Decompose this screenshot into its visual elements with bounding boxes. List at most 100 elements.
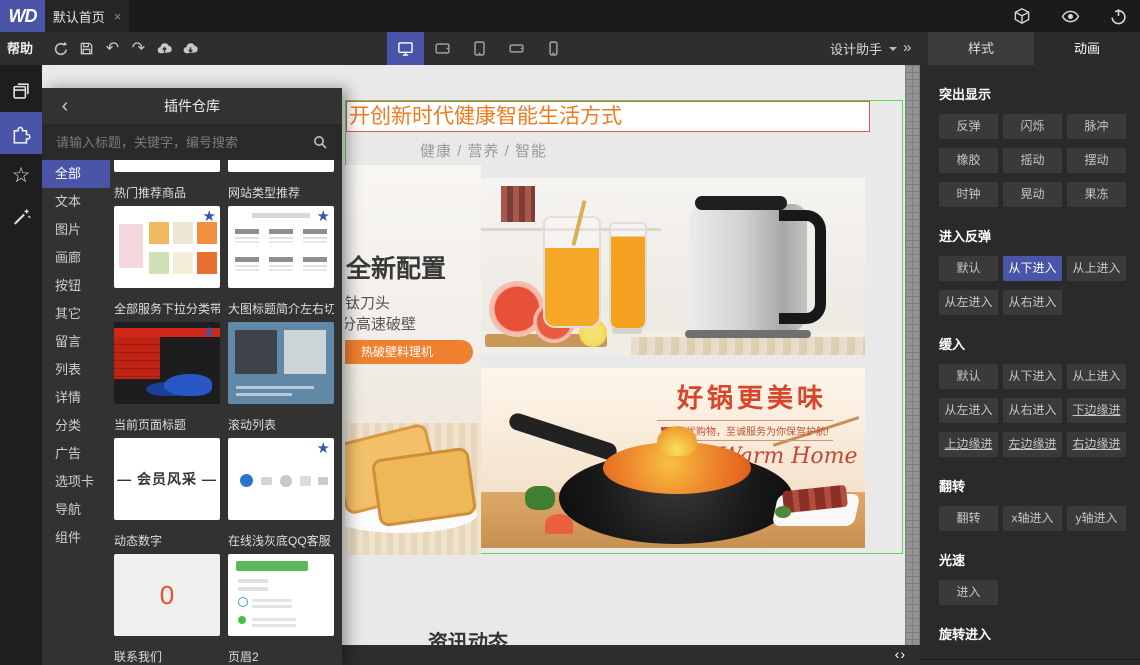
news-section-title[interactable]: 资讯动态 bbox=[428, 626, 508, 645]
code-view-icon[interactable]: ‹› bbox=[895, 645, 906, 665]
star-badge-icon[interactable]: ★ bbox=[317, 439, 330, 457]
star-badge-icon[interactable]: ★ bbox=[317, 207, 330, 225]
search-icon[interactable] bbox=[310, 132, 330, 152]
category-item[interactable]: 画廊 bbox=[42, 244, 110, 272]
plugin-search-input[interactable] bbox=[54, 133, 310, 151]
star-badge-icon[interactable]: ★ bbox=[203, 207, 216, 225]
page-subheading[interactable]: 健康 / 营养 / 智能 bbox=[420, 140, 547, 161]
category-item[interactable]: 图片 bbox=[42, 216, 110, 244]
plugin-card-thumb[interactable]: 0 bbox=[114, 554, 220, 636]
category-item[interactable]: 按钮 bbox=[42, 272, 110, 300]
animation-button[interactable]: 翻转 bbox=[939, 506, 998, 531]
sidebar-item-wizard[interactable] bbox=[0, 196, 42, 238]
plugin-card-thumb[interactable]: ★ bbox=[114, 206, 220, 288]
animation-button-grid: 进入 bbox=[939, 580, 1127, 605]
category-item[interactable]: 列表 bbox=[42, 356, 110, 384]
animation-button[interactable]: x轴进入 bbox=[1003, 506, 1062, 531]
star-badge-icon[interactable]: ★ bbox=[203, 323, 216, 341]
design-assistant-dropdown[interactable]: 设计助手 bbox=[830, 32, 898, 65]
plugin-card-partial[interactable] bbox=[114, 160, 220, 172]
animation-button[interactable]: 脉冲 bbox=[1067, 114, 1126, 139]
back-chevron-icon[interactable]: ‹ bbox=[42, 89, 88, 123]
animation-button[interactable]: 默认 bbox=[939, 364, 998, 389]
page-tab-home[interactable]: 默认首页 × bbox=[45, 0, 129, 32]
sidebar-item-pages[interactable] bbox=[0, 70, 42, 112]
save-icon[interactable] bbox=[78, 40, 95, 57]
category-item[interactable]: 广告 bbox=[42, 440, 110, 468]
animation-button[interactable]: 反弹 bbox=[939, 114, 998, 139]
animation-button[interactable]: y轴进入 bbox=[1067, 506, 1126, 531]
animation-button[interactable]: 橡胶 bbox=[939, 148, 998, 173]
cloud-download-icon[interactable] bbox=[182, 40, 199, 57]
category-item[interactable]: 详情 bbox=[42, 384, 110, 412]
canvas-scrollbar[interactable] bbox=[905, 65, 920, 645]
animation-button[interactable]: 从右进入 bbox=[1003, 398, 1062, 423]
category-item[interactable]: 文本 bbox=[42, 188, 110, 216]
animation-button[interactable]: 闪烁 bbox=[1003, 114, 1062, 139]
plugin-panel-header: ‹ 插件仓库 bbox=[42, 88, 342, 124]
plugin-card-thumb[interactable] bbox=[228, 322, 334, 404]
cube-icon[interactable] bbox=[1012, 6, 1032, 26]
sidebar-item-plugins[interactable] bbox=[0, 112, 42, 154]
kettle-banner-image[interactable] bbox=[481, 178, 865, 355]
plugin-card: 热门推荐商品 ★ bbox=[114, 172, 220, 288]
category-item[interactable]: 全部 bbox=[42, 160, 110, 188]
tab-animation[interactable]: 动画 bbox=[1034, 32, 1140, 65]
animation-button[interactable]: 从右进入 bbox=[1003, 290, 1062, 315]
animation-button[interactable]: 摆动 bbox=[1067, 148, 1126, 173]
help-button[interactable]: 帮助 bbox=[7, 32, 33, 65]
plugin-card-title: 在线浅灰底QQ客服 bbox=[228, 534, 331, 548]
animation-button[interactable]: 下边缘进 bbox=[1067, 398, 1126, 423]
plugin-card-thumb[interactable]: — 会员风采 — bbox=[114, 438, 220, 520]
animation-button[interactable]: 左边缘进 bbox=[1003, 432, 1062, 457]
animation-button[interactable]: 默认 bbox=[939, 256, 998, 281]
tab-style[interactable]: 样式 bbox=[928, 32, 1034, 65]
close-icon[interactable]: × bbox=[114, 9, 122, 24]
plugin-card-thumb[interactable] bbox=[228, 554, 334, 636]
device-tablet-landscape-button[interactable] bbox=[424, 32, 461, 65]
preview-eye-icon[interactable] bbox=[1060, 6, 1080, 26]
category-item[interactable]: 组件 bbox=[42, 524, 110, 552]
plugin-card-partial[interactable] bbox=[228, 160, 334, 172]
animation-button[interactable]: 晃动 bbox=[1003, 182, 1062, 207]
animation-button[interactable]: 从左进入 bbox=[939, 398, 998, 423]
redo-icon[interactable]: ↷ bbox=[130, 40, 147, 57]
device-phone-portrait-button[interactable] bbox=[535, 32, 572, 65]
animation-button[interactable]: 进入 bbox=[939, 580, 998, 605]
category-item[interactable]: 留言 bbox=[42, 328, 110, 356]
collapse-panel-icon[interactable]: » bbox=[903, 32, 911, 65]
plugin-category-list: 全部 文本 图片 画廊 按钮 其它 留言 列表 详情 分类 广告 选项卡 导航 组件 bbox=[42, 160, 110, 665]
wok-banner-image[interactable]: 好锅更美味 无忧购物，至诚服务为你保驾护航! Warm Home bbox=[481, 368, 865, 548]
plugin-card-thumb[interactable]: ★ bbox=[114, 322, 220, 404]
category-item[interactable]: 选项卡 bbox=[42, 468, 110, 496]
animation-button[interactable]: 从下进入 bbox=[1003, 256, 1062, 281]
plugin-card-thumb[interactable]: ★ bbox=[228, 438, 334, 520]
animation-button[interactable]: 上边缘进 bbox=[939, 432, 998, 457]
animation-button[interactable]: 从上进入 bbox=[1067, 364, 1126, 389]
refresh-icon[interactable] bbox=[52, 40, 69, 57]
undo-icon[interactable]: ↶ bbox=[104, 40, 121, 57]
animation-button[interactable]: 果冻 bbox=[1067, 182, 1126, 207]
device-phone-landscape-button[interactable] bbox=[498, 32, 535, 65]
device-desktop-button[interactable] bbox=[387, 32, 424, 65]
banner-left-ad[interactable]: 全新配置 钛刀头 分高速破壁 热破壁料理机 bbox=[345, 165, 481, 555]
ad-line1: 钛刀头 bbox=[345, 295, 391, 312]
animation-button[interactable]: 从下进入 bbox=[1003, 364, 1062, 389]
page-heading-element[interactable]: 开创新时代健康智能生活方式 bbox=[346, 101, 870, 132]
animation-button[interactable]: 从上进入 bbox=[1067, 256, 1126, 281]
animation-button[interactable]: 摇动 bbox=[1003, 148, 1062, 173]
plugin-card-thumb[interactable]: ★ bbox=[228, 206, 334, 288]
animation-button[interactable]: 从左进入 bbox=[939, 290, 998, 315]
category-item[interactable]: 分类 bbox=[42, 412, 110, 440]
category-item[interactable]: 导航 bbox=[42, 496, 110, 524]
animation-button[interactable]: 右边缘进 bbox=[1067, 432, 1126, 457]
sidebar-item-favorites[interactable]: ☆ bbox=[0, 154, 42, 196]
ad-toast-slice bbox=[370, 446, 478, 528]
animation-button[interactable]: 时钟 bbox=[939, 182, 998, 207]
category-item[interactable]: 其它 bbox=[42, 300, 110, 328]
cloud-upload-icon[interactable] bbox=[156, 40, 173, 57]
ad-button[interactable]: 热破壁料理机 bbox=[345, 340, 473, 364]
device-tablet-portrait-button[interactable] bbox=[461, 32, 498, 65]
power-icon[interactable] bbox=[1108, 6, 1128, 26]
app-logo[interactable]: WD bbox=[0, 0, 45, 32]
